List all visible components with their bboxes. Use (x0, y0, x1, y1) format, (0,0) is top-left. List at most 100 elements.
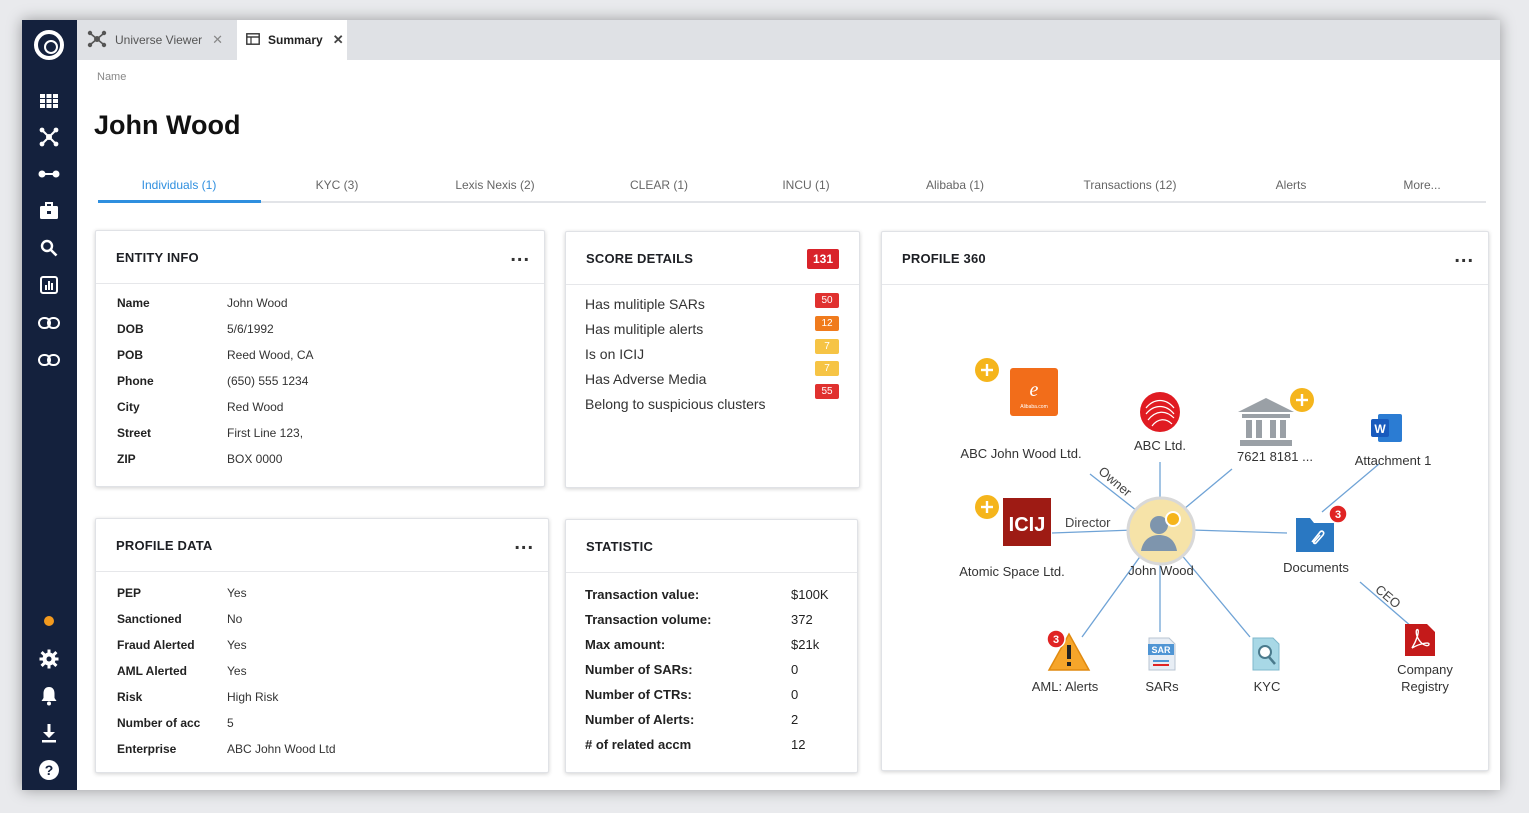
lexis-node[interactable] (1136, 388, 1184, 439)
tab-lexis-nexis[interactable]: Lexis Nexis (2) (455, 178, 534, 192)
edge-label-director: Director (1065, 515, 1111, 530)
add-node-icon[interactable] (975, 495, 999, 524)
grid-icon[interactable] (36, 88, 62, 114)
more-options-icon[interactable]: ... (510, 244, 530, 267)
node-label: Company (1397, 662, 1453, 677)
tab-incu[interactable]: INCU (1) (782, 178, 829, 192)
add-node-icon[interactable] (975, 358, 999, 387)
info-key: City (117, 400, 140, 414)
sars-node[interactable]: SAR (1147, 636, 1177, 677)
bank-icon (1238, 398, 1294, 446)
score-badge: 7 (815, 339, 839, 354)
tab-individuals[interactable]: Individuals (1) (142, 178, 217, 192)
profile-value: Yes (227, 664, 247, 678)
score-badge: 12 (815, 316, 839, 331)
tab-universe-viewer[interactable]: Universe Viewer ✕ (87, 20, 237, 60)
notification-badge: 3 (1046, 629, 1066, 654)
network-icon[interactable] (36, 124, 62, 150)
app-window: ? Universe Viewer ✕ Summary ✕ Name John … (22, 20, 1500, 790)
stat-value: $100K (791, 587, 829, 602)
stat-key: Transaction volume: (585, 612, 712, 627)
svg-text:3: 3 (1053, 634, 1059, 646)
tab-kyc[interactable]: KYC (3) (316, 178, 359, 192)
tab-alerts[interactable]: Alerts (1276, 178, 1307, 192)
tab-label: Summary (268, 33, 323, 47)
alibaba-logo-icon: e Alibaba.com (1010, 368, 1058, 416)
close-icon[interactable]: ✕ (333, 32, 344, 48)
tab-summary[interactable]: Summary ✕ (237, 20, 347, 60)
node-label: John Wood (1128, 563, 1194, 578)
info-key: DOB (117, 322, 144, 336)
profile-value: No (227, 612, 243, 626)
node-label: 7621 8181 ... (1237, 449, 1313, 464)
stat-key: Number of SARs: (585, 662, 693, 677)
stat-value: 2 (791, 712, 799, 727)
profile-key: Number of acc (117, 716, 201, 730)
tab-label: Universe Viewer (115, 33, 203, 47)
link-nodes-icon[interactable] (36, 161, 62, 187)
search-icon[interactable] (36, 235, 62, 261)
notification-badge: 3 (1328, 504, 1348, 529)
node-label: SARs (1145, 679, 1179, 694)
app-logo[interactable] (34, 30, 64, 60)
status-dot-icon (44, 616, 54, 626)
close-icon[interactable]: ✕ (212, 32, 223, 48)
card-title: ENTITY INFO (116, 250, 199, 265)
icij-node[interactable]: ICIJ (1003, 498, 1051, 551)
tab-more[interactable]: More... (1403, 178, 1440, 192)
profile-key: Fraud Alerted (117, 638, 195, 652)
section-tabs: Individuals (1) KYC (3) Lexis Nexis (2) … (98, 170, 1486, 203)
bar-chart-icon[interactable] (36, 272, 62, 298)
tab-clear[interactable]: CLEAR (1) (630, 178, 688, 192)
score-label: Has mulitiple SARs (585, 296, 705, 312)
alibaba-node[interactable]: e Alibaba.com (1010, 368, 1058, 421)
link-icon[interactable] (36, 310, 62, 336)
download-icon[interactable] (36, 720, 62, 746)
company-registry-node[interactable] (1403, 622, 1437, 663)
kyc-node[interactable] (1251, 636, 1281, 677)
stat-key: # of related accm (585, 737, 692, 752)
score-badge: 50 (815, 293, 839, 308)
settings-icon[interactable] (36, 646, 62, 672)
info-value: Red Wood (227, 400, 284, 414)
stat-value: 0 (791, 662, 799, 677)
card-title: STATISTIC (586, 539, 654, 554)
help-icon[interactable]: ? (36, 757, 62, 783)
info-value: BOX 0000 (227, 452, 283, 466)
bank-node[interactable] (1236, 396, 1296, 453)
profile-key: Sanctioned (117, 612, 182, 626)
profile-value: Yes (227, 586, 247, 600)
stat-value: $21k (791, 637, 820, 652)
score-label: Is on ICIJ (585, 346, 645, 362)
link-icon[interactable] (36, 347, 62, 373)
profile-value: ABC John Wood Ltd (227, 742, 336, 756)
profile-value: 5 (227, 716, 234, 730)
node-label: Documents (1283, 560, 1349, 575)
stat-key: Number of CTRs: (585, 687, 692, 702)
briefcase-icon[interactable] (36, 198, 62, 224)
svg-text:?: ? (45, 762, 54, 778)
info-key: Name (117, 296, 150, 310)
tab-transactions[interactable]: Transactions (12) (1084, 178, 1177, 192)
tab-alibaba[interactable]: Alibaba (1) (926, 178, 984, 192)
stat-value: 0 (791, 687, 799, 702)
svg-text:ICIJ: ICIJ (1009, 514, 1046, 536)
bell-icon[interactable] (36, 683, 62, 709)
stat-value: 12 (791, 737, 806, 752)
profile-key: AML Alerted (117, 664, 188, 678)
john-wood-node[interactable] (1125, 495, 1197, 572)
entity-info-card: ENTITY INFO ... Name John Wood DOB 5/6/199… (95, 230, 545, 487)
sar-document-icon: SAR (1148, 637, 1176, 671)
stat-key: Max amount: (585, 637, 666, 652)
profile-360-card: PROFILE 360 ... Owner Director CEO John … (881, 231, 1489, 771)
total-score-badge: 131 (806, 249, 839, 269)
table-icon (246, 32, 260, 48)
info-value: 5/6/1992 (227, 322, 274, 336)
profile-key: Enterprise (117, 742, 177, 756)
attachment-node[interactable]: W (1370, 412, 1404, 449)
profile-value: High Risk (227, 690, 279, 704)
more-options-icon[interactable]: ... (514, 532, 534, 555)
person-icon (1126, 496, 1196, 566)
add-node-icon[interactable] (1290, 388, 1314, 417)
kyc-search-icon (1252, 637, 1280, 671)
